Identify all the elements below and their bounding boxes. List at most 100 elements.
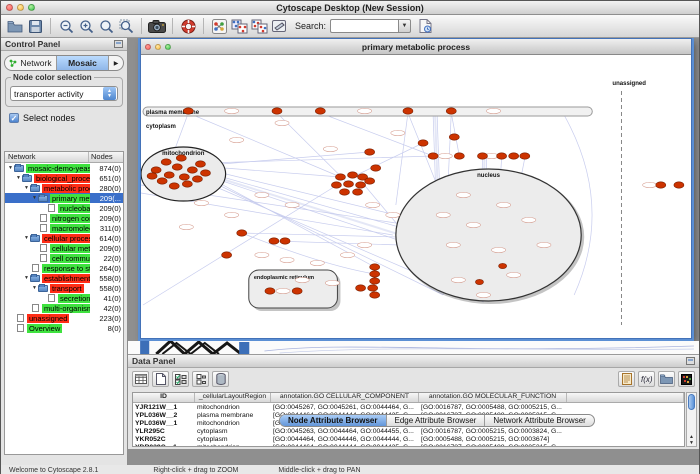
tab-node-attribute-browser[interactable]: Node Attribute Browser	[280, 415, 387, 426]
control-panel-header: Control Panel	[1, 38, 127, 51]
tree-row[interactable]: ▼ biological_process 651(0)	[5, 173, 123, 183]
import-attributes-icon[interactable]	[658, 371, 675, 387]
folder-icon	[30, 185, 40, 192]
select-nodes-checkbox[interactable]: ✓	[9, 113, 19, 123]
tree-column-network[interactable]: Network	[5, 152, 89, 162]
zoom-out-icon[interactable]	[56, 17, 76, 36]
network-compare-icon[interactable]	[249, 17, 269, 36]
tree-label: unassigned	[27, 314, 69, 323]
float-panel-icon[interactable]	[114, 40, 123, 48]
tree-row[interactable]: nucleobase-... 209(0)	[5, 203, 123, 213]
unselect-attributes-icon[interactable]	[192, 371, 209, 387]
tree-row[interactable]: response to stimulu... 264(0)	[5, 263, 123, 273]
tree-count: 614(0)	[90, 234, 123, 243]
cell-region: cytoplasm	[195, 428, 271, 435]
float-panel-icon[interactable]	[686, 357, 695, 365]
network-window-titlebar[interactable]: primary metabolic process	[141, 39, 691, 55]
zoom-actual-icon[interactable]	[96, 17, 116, 36]
tree-row[interactable]: multi-organism pro... 42(0)	[5, 303, 123, 313]
select-attributes-icon[interactable]	[172, 371, 189, 387]
column-header-id[interactable]: ID	[133, 393, 195, 402]
delete-attribute-icon[interactable]	[212, 371, 229, 387]
tree-row[interactable]: ▼ mosaic-demo-yeast 874(0)	[5, 163, 123, 173]
tab-mosaic[interactable]: Mosaic	[57, 56, 109, 70]
table-row[interactable]: YDR039C__1 mitochondrion [GO:0044464, GO…	[133, 443, 684, 447]
table-row[interactable]: YJR121W__1 mitochondrion [GO:0045267, GO…	[133, 403, 684, 411]
tree-row[interactable]: macromolecule... 311(0)	[5, 223, 123, 233]
column-header-molecular-function[interactable]: annotation.GO MOLECULAR_FUNCTION	[419, 393, 567, 402]
open-icon[interactable]	[5, 17, 25, 36]
search-input[interactable]	[330, 19, 398, 33]
help-lifering-icon[interactable]	[178, 17, 198, 36]
attribute-editor-icon[interactable]	[618, 371, 635, 387]
tree-column-nodes[interactable]: Nodes	[89, 152, 123, 162]
tab-network-attribute-browser[interactable]: Network Attribute Browser	[485, 415, 593, 426]
column-header-region[interactable]: _cellularLayoutRegion	[195, 393, 271, 402]
annotation-icon[interactable]	[269, 17, 289, 36]
expander-icon[interactable]: ▼	[23, 185, 30, 191]
save-icon[interactable]	[25, 17, 45, 36]
nucleus-label: nucleus	[477, 173, 500, 179]
cell-id: YDR039C__1	[133, 444, 195, 448]
scrollbar-buttons[interactable]: ▲▼	[687, 434, 696, 446]
column-header-filler	[567, 393, 684, 402]
tree-row-selected[interactable]: ▼ primary metabo 209(...	[5, 193, 123, 203]
tree-count: 311(0)	[90, 224, 123, 233]
network-canvas[interactable]: plasma membrane cytoplasm mitochondrion …	[141, 55, 691, 338]
zoom-in-icon[interactable]	[76, 17, 96, 36]
expander-icon[interactable]: ▼	[31, 195, 38, 201]
main-toolbar: Search: ▼	[1, 15, 699, 38]
node-color-attribute-select[interactable]: transporter activity ▲▼	[10, 86, 118, 101]
new-attribute-icon[interactable]	[152, 371, 169, 387]
tree-row[interactable]: ▼ transport 558(0)	[5, 283, 123, 293]
search-config-icon[interactable]	[415, 17, 435, 36]
region-nucleus[interactable]	[396, 169, 581, 301]
tree-row[interactable]: ▼ establishment of lo... 558(0)	[5, 273, 123, 283]
tree-count: 22(0)	[90, 254, 123, 263]
file-icon	[40, 224, 47, 232]
table-row[interactable]: YLR295C cytoplasm [GO:0045263, GO:004446…	[133, 427, 684, 435]
matrix-icon[interactable]	[678, 371, 695, 387]
expander-icon[interactable]: ▼	[7, 165, 14, 171]
tree-row[interactable]: secretion 41(0)	[5, 293, 123, 303]
cytoplasm-label: cytoplasm	[146, 124, 176, 130]
tree-row[interactable]: ▼ cellular process 614(0)	[5, 233, 123, 243]
network-view-window[interactable]: primary metabolic process	[140, 38, 692, 339]
more-tabs-icon[interactable]: ▶	[109, 56, 123, 70]
snapshot-camera-icon[interactable]	[147, 17, 167, 36]
tree-label: biological_process	[34, 174, 90, 183]
expander-icon[interactable]: ▼	[23, 275, 30, 281]
tree-row[interactable]: Overview 8(0)	[5, 323, 123, 333]
cell-cellular-component: [GO:0044464, GO:0044444, GO:0044425, G..…	[271, 444, 419, 448]
scrollbar-thumb[interactable]	[688, 394, 695, 410]
expander-icon[interactable]: ▼	[31, 285, 38, 291]
tab-network[interactable]: Network	[5, 56, 57, 70]
tree-row[interactable]: cell communicat... 22(0)	[5, 253, 123, 263]
cell-molecular-function: [GO:0016787, GO:0005488, GO:0005215, G..…	[419, 404, 567, 411]
tree-row[interactable]: cellular metabo... 209(0)	[5, 243, 123, 253]
search-dropdown-icon[interactable]: ▼	[398, 19, 411, 33]
tree-label: mosaic-demo-yeast	[26, 164, 90, 173]
network-merge-icon[interactable]	[229, 17, 249, 36]
window-titlebar: Cytoscape Desktop (New Session)	[1, 1, 699, 15]
control-panel: Control Panel Network Mosaic ▶ Node colo…	[1, 38, 128, 465]
cell-id: YLR295C	[133, 428, 195, 435]
attribute-table-icon[interactable]	[132, 371, 149, 387]
tree-row[interactable]: unassigned 223(0)	[5, 313, 123, 323]
folder-icon	[38, 285, 48, 292]
expander-icon[interactable]: ▼	[23, 235, 30, 241]
tree-row[interactable]: nitrogen compo... 209(0)	[5, 213, 123, 223]
zoom-fit-icon[interactable]	[116, 17, 136, 36]
tree-label: Overview	[27, 324, 62, 333]
folder-icon	[14, 165, 24, 172]
control-panel-title: Control Panel	[5, 39, 60, 49]
expander-icon[interactable]: ▼	[15, 175, 22, 181]
tree-count: 223(0)	[90, 314, 123, 323]
status-bar: Welcome to Cytoscape 2.8.1 Right-click +…	[1, 465, 699, 474]
vizmapper-icon[interactable]	[209, 17, 229, 36]
tab-edge-attribute-browser[interactable]: Edge Attribute Browser	[387, 415, 486, 426]
tree-row[interactable]: ▼ metabolic process 280(0)	[5, 183, 123, 193]
function-builder-icon[interactable]: f(x)	[638, 371, 655, 387]
column-header-cellular-component[interactable]: annotation.GO CELLULAR_COMPONENT	[271, 393, 419, 402]
table-row[interactable]: YKR052C cytoplasm [GO:0044464, GO:004444…	[133, 435, 684, 443]
